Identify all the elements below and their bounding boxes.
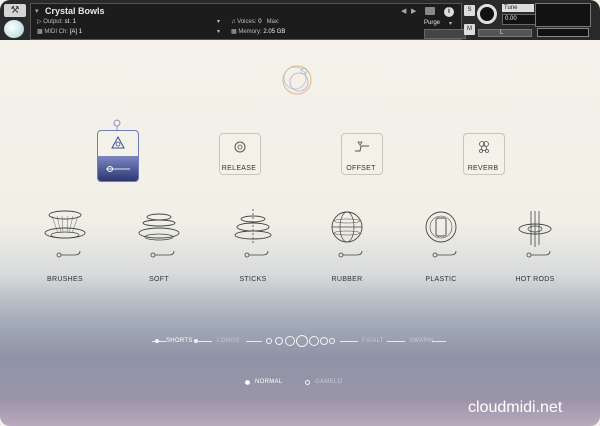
offset-label: OFFSET — [346, 165, 376, 172]
brushes-label: BRUSHES — [47, 276, 83, 283]
articulation-swarm[interactable]: SWARM — [409, 338, 433, 344]
dynamic-dot-2[interactable] — [275, 337, 283, 345]
solo-button[interactable]: S — [464, 5, 475, 16]
fx-line-right — [387, 341, 405, 342]
swarm-line — [432, 341, 446, 342]
wrench-icon[interactable]: ⚒ — [4, 4, 26, 17]
midi-label: MIDI Ch: — [44, 29, 69, 35]
collapse-arrow-icon[interactable]: ▾ — [35, 7, 39, 15]
watermark: cloudmidi.net — [468, 399, 563, 416]
midi-icon: ▩ — [37, 29, 43, 35]
longs-line — [246, 341, 262, 342]
instrument-title[interactable]: Crystal Bowls — [45, 6, 105, 16]
volume-slider[interactable] — [537, 28, 589, 37]
soft-icon[interactable] — [134, 207, 184, 267]
tune-label: Tune — [502, 4, 534, 12]
normal-radio[interactable] — [245, 380, 250, 385]
release-label: RELEASE — [221, 165, 257, 172]
mod-slider-icon[interactable] — [104, 165, 132, 173]
output-field[interactable]: ▷ Output: st. 1 — [37, 18, 76, 26]
articulation-shorts[interactable]: SHORTS — [166, 338, 193, 344]
hot-rods-icon[interactable] — [510, 207, 560, 267]
articulation-longs[interactable]: LONGS — [217, 338, 240, 344]
output-meter-panel — [535, 3, 591, 27]
voices-field: ♫ Voices: 0 Max: — [231, 18, 280, 26]
bowl-emblem-icon — [282, 65, 312, 95]
output-value: st. 1 — [64, 19, 76, 25]
shorts-line-right — [196, 341, 212, 342]
dynamic-dot-6[interactable] — [320, 337, 328, 345]
instrument-logo — [4, 20, 24, 38]
dynamic-dot-5[interactable] — [309, 336, 319, 346]
voices-label: Voices: — [237, 19, 257, 25]
output-label: Output: — [43, 19, 63, 25]
mode-normal[interactable]: NORMAL — [255, 379, 282, 385]
mute-button[interactable]: M — [464, 24, 475, 35]
hot-rods-label: HOT RODS — [515, 276, 555, 283]
sticks-icon[interactable] — [228, 207, 278, 267]
articulation-fx-alt[interactable]: FX/ALT — [362, 338, 384, 344]
tune-value[interactable]: 0.00 — [502, 14, 536, 25]
triangle-mod-icon — [111, 135, 125, 149]
kontakt-header: ⚒ ▾ Crystal Bowls ▷ Output: st. 1 ▾ ▩ MI… — [0, 0, 600, 40]
pan-slider[interactable] — [478, 29, 532, 37]
instrument-info-panel: ▾ Crystal Bowls ▷ Output: st. 1 ▾ ▩ MIDI… — [30, 3, 466, 40]
max-label: Max: — [266, 19, 280, 25]
dynamic-dot-4[interactable] — [296, 335, 308, 347]
plastic-icon[interactable] — [416, 207, 466, 267]
instrument-window: ⚒ ▾ Crystal Bowls ▷ Output: st. 1 ▾ ▩ MI… — [0, 0, 600, 426]
shorts-marker-left — [155, 339, 159, 343]
next-instrument-icon[interactable]: ▶ — [411, 7, 416, 15]
plastic-label: PLASTIC — [425, 276, 457, 283]
voices-icon: ♫ — [231, 19, 236, 25]
prev-instrument-icon[interactable]: ◀ — [401, 7, 406, 15]
reverb-label: REVERB — [467, 165, 499, 172]
rubber-label: RUBBER — [331, 276, 363, 283]
dynamic-dot-3[interactable] — [285, 336, 295, 346]
mod-handle-icon[interactable] — [112, 119, 122, 131]
rubber-icon[interactable] — [322, 207, 372, 267]
midi-value: [A] 1 — [69, 29, 83, 35]
info-icon[interactable]: i — [444, 7, 454, 17]
purge-button[interactable]: Purge — [424, 20, 440, 26]
sticks-label: STICKS — [239, 276, 267, 283]
level-meter — [424, 29, 466, 39]
modulation-level-fill — [98, 156, 138, 181]
memory-label: Memory: — [238, 29, 262, 35]
mode-gamelo[interactable]: GAMELO — [315, 379, 342, 385]
memory-value: 2.05 GB — [263, 29, 286, 35]
offset-icon — [355, 141, 369, 152]
reverb-icon — [479, 141, 489, 153]
release-icon — [234, 141, 246, 153]
modulation-control[interactable] — [97, 130, 139, 182]
camera-icon[interactable] — [425, 7, 435, 15]
voices-value: 0 — [258, 19, 262, 25]
fx-line-left — [340, 341, 358, 342]
soft-label: SOFT — [149, 276, 169, 283]
memory-field: ▦ Memory: 2.05 GB — [231, 28, 285, 36]
purge-dropdown-icon[interactable]: ▾ — [449, 20, 452, 28]
memory-icon: ▦ — [231, 29, 237, 35]
dynamic-dot-7[interactable] — [329, 338, 335, 344]
output-dropdown-icon[interactable]: ▾ — [217, 18, 220, 26]
gamelo-radio[interactable] — [305, 380, 310, 385]
dynamic-dot-1[interactable] — [266, 338, 272, 344]
tune-knob[interactable] — [477, 4, 497, 24]
pan-label: L — [500, 30, 504, 36]
brushes-icon[interactable] — [40, 207, 90, 267]
midi-dropdown-icon[interactable]: ▾ — [217, 28, 220, 36]
speaker-icon: ▷ — [37, 19, 42, 25]
midi-field[interactable]: ▩ MIDI Ch: [A] 1 — [37, 28, 82, 36]
